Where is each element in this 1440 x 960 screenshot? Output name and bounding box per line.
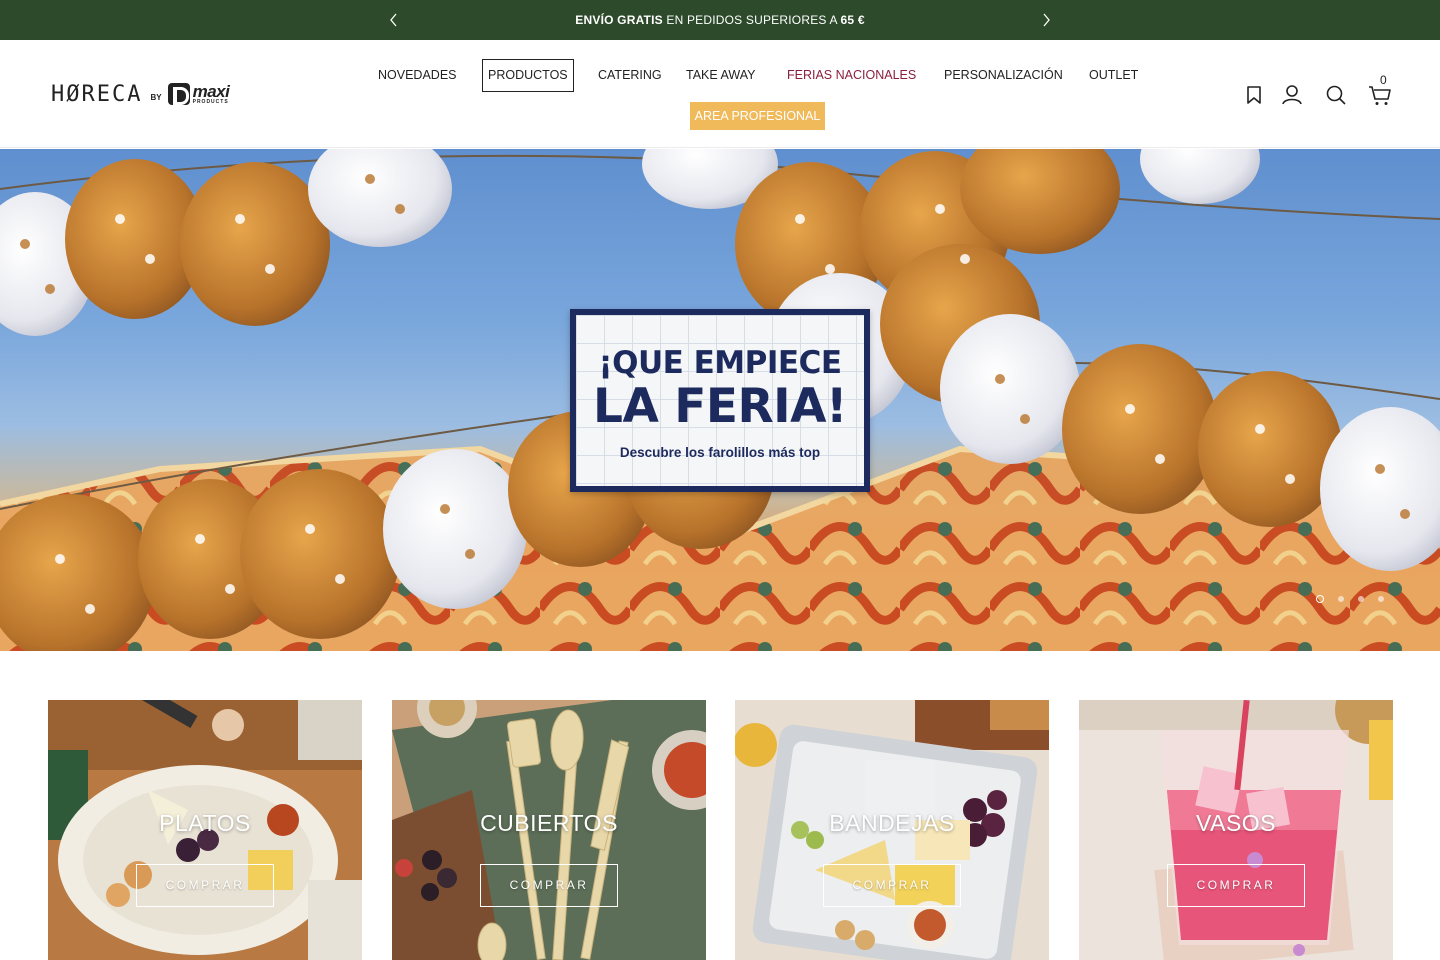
chevron-right-icon[interactable] bbox=[1038, 12, 1054, 28]
nav-novedades[interactable]: NOVEDADES bbox=[378, 68, 457, 82]
maxi-logo-icon bbox=[167, 83, 190, 105]
nav-personalizacion[interactable]: PERSONALIZACIÓN bbox=[944, 68, 1063, 82]
account-icon[interactable] bbox=[1279, 82, 1305, 108]
category-grid: PLATOS COMPRAR CUBIERTOS COMPRAR BANDEJA… bbox=[48, 700, 1393, 960]
logo-brand-name: maxi bbox=[192, 82, 230, 101]
comprar-button-vasos[interactable]: COMPRAR bbox=[1167, 864, 1305, 907]
category-tile-cubiertos[interactable]: CUBIERTOS COMPRAR bbox=[392, 700, 706, 960]
slider-dot-3[interactable] bbox=[1358, 596, 1364, 602]
category-label-vasos: VASOS bbox=[1195, 810, 1277, 836]
category-tile-platos[interactable]: PLATOS COMPRAR bbox=[48, 700, 362, 960]
category-label-cubiertos: CUBIERTOS bbox=[480, 810, 618, 836]
hero-title-line2: LA FERIA! bbox=[593, 379, 847, 434]
nav-take-away[interactable]: TAKE AWAY bbox=[686, 68, 755, 82]
site-logo[interactable]: HØRECA BY maxi PRODUCTS bbox=[51, 81, 230, 107]
category-tile-bandejas[interactable]: BANDEJAS COMPRAR bbox=[735, 700, 1049, 960]
hero-title-line1: ¡QUE EMPIECE bbox=[598, 345, 842, 381]
announcement-bold-lead: ENVÍO GRATIS bbox=[575, 13, 663, 27]
announcement-middle: EN PEDIDOS SUPERIORES A bbox=[662, 13, 841, 27]
cart-count: 0 bbox=[1380, 73, 1387, 87]
category-tile-vasos[interactable]: VASOS COMPRAR bbox=[1079, 700, 1393, 960]
comprar-button-cubiertos[interactable]: COMPRAR bbox=[480, 864, 618, 907]
logo-brand-sub: PRODUCTS bbox=[192, 99, 229, 105]
slider-dots bbox=[1316, 594, 1384, 604]
nav-area-profesional[interactable]: AREA PROFESIONAL bbox=[690, 102, 825, 130]
logo-brand: maxi PRODUCTS bbox=[193, 83, 230, 105]
category-label-platos: PLATOS bbox=[159, 810, 251, 836]
announcement-text: ENVÍO GRATIS EN PEDIDOS SUPERIORES A 65 … bbox=[0, 13, 1440, 27]
site-header: HØRECA BY maxi PRODUCTS NOVEDADES PRODUC… bbox=[0, 40, 1440, 148]
slider-dot-4[interactable] bbox=[1378, 596, 1384, 602]
hero-banner[interactable]: ¡QUE EMPIECE LA FERIA! Descubre los faro… bbox=[0, 149, 1440, 651]
slider-dot-1[interactable] bbox=[1316, 595, 1324, 603]
nav-productos[interactable]: PRODUCTOS bbox=[482, 59, 574, 92]
category-label-bandejas: BANDEJAS bbox=[829, 810, 955, 836]
slider-dot-2[interactable] bbox=[1338, 596, 1344, 602]
announcement-amount: 65 € bbox=[840, 13, 865, 27]
announcement-bar: ENVÍO GRATIS EN PEDIDOS SUPERIORES A 65 … bbox=[0, 0, 1440, 40]
comprar-button-bandejas[interactable]: COMPRAR bbox=[823, 864, 961, 907]
logo-by: BY bbox=[150, 92, 162, 102]
bookmark-icon[interactable] bbox=[1241, 82, 1267, 108]
nav-ferias-nacionales[interactable]: FERIAS NACIONALES bbox=[787, 68, 916, 82]
nav-outlet[interactable]: OUTLET bbox=[1089, 68, 1138, 82]
nav-catering[interactable]: CATERING bbox=[598, 68, 662, 82]
hero-subtitle: Descubre los farolillos más top bbox=[619, 445, 821, 460]
search-icon[interactable] bbox=[1323, 82, 1349, 108]
logo-word: HØRECA bbox=[51, 81, 143, 107]
comprar-button-platos[interactable]: COMPRAR bbox=[136, 864, 274, 907]
hero-title-card[interactable]: ¡QUE EMPIECE LA FERIA! Descubre los faro… bbox=[570, 309, 870, 492]
